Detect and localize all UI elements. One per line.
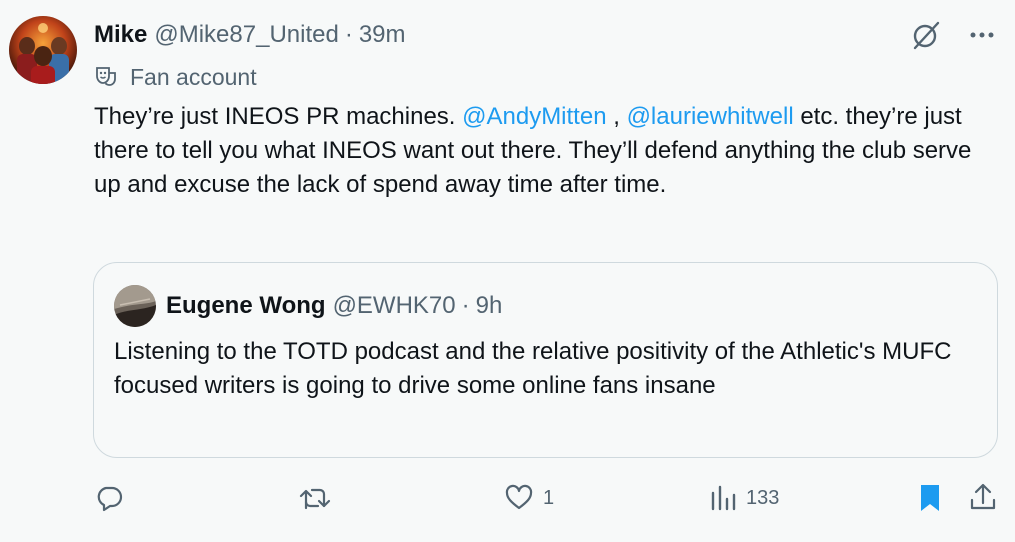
- quote-author-handle: @EWHK70: [332, 292, 456, 319]
- more-options-icon[interactable]: [965, 18, 999, 52]
- quote-header: Eugene Wong @EWHK70 · 9h: [166, 291, 502, 321]
- tweet-text: They’re just INEOS PR machines. @AndyMit…: [94, 100, 974, 202]
- action-bar: 1 133: [0, 478, 1015, 522]
- text-part: They’re just INEOS PR machines.: [94, 103, 463, 130]
- author-name[interactable]: Mike: [94, 21, 147, 49]
- label-text: Fan account: [130, 63, 257, 90]
- header-separator: ·: [344, 21, 353, 48]
- author-avatar[interactable]: [9, 16, 77, 84]
- bookmark-filled-icon: [915, 482, 945, 514]
- views-icon: [708, 483, 738, 513]
- grok-icon[interactable]: [909, 18, 943, 52]
- reply-button[interactable]: [93, 478, 125, 518]
- author-handle[interactable]: @Mike87_United: [154, 21, 338, 49]
- views-count: 133: [746, 486, 780, 509]
- quote-text: Listening to the TOTD podcast and the re…: [114, 338, 952, 399]
- mention-link[interactable]: @lauriewhitwell: [627, 103, 794, 130]
- heart-icon: [503, 482, 535, 514]
- retweet-button[interactable]: [298, 478, 332, 518]
- retweet-icon: [298, 482, 332, 514]
- top-actions: [909, 18, 999, 52]
- views-button[interactable]: 133: [708, 478, 779, 518]
- text-part: ,: [606, 103, 627, 130]
- quote-tweet[interactable]: Eugene Wong @EWHK70 · 9h Listening to th…: [93, 262, 998, 458]
- share-icon: [968, 482, 998, 514]
- quote-author-avatar: [114, 285, 156, 327]
- account-label: Fan account: [94, 62, 257, 92]
- quote-author-name: Eugene Wong: [166, 292, 326, 319]
- like-count: 1: [543, 486, 555, 509]
- reply-icon: [93, 482, 125, 514]
- quote-time: 9h: [475, 292, 503, 319]
- share-button[interactable]: [968, 478, 998, 518]
- theater-masks-icon: [94, 65, 118, 89]
- tweet-header: Mike @Mike87_United · 39m: [94, 20, 406, 50]
- tweet-time[interactable]: 39m: [359, 21, 406, 49]
- bookmark-button[interactable]: [915, 478, 945, 518]
- quote-separator: ·: [461, 292, 470, 319]
- like-button[interactable]: 1: [503, 478, 554, 518]
- mention-link[interactable]: @AndyMitten: [462, 103, 606, 130]
